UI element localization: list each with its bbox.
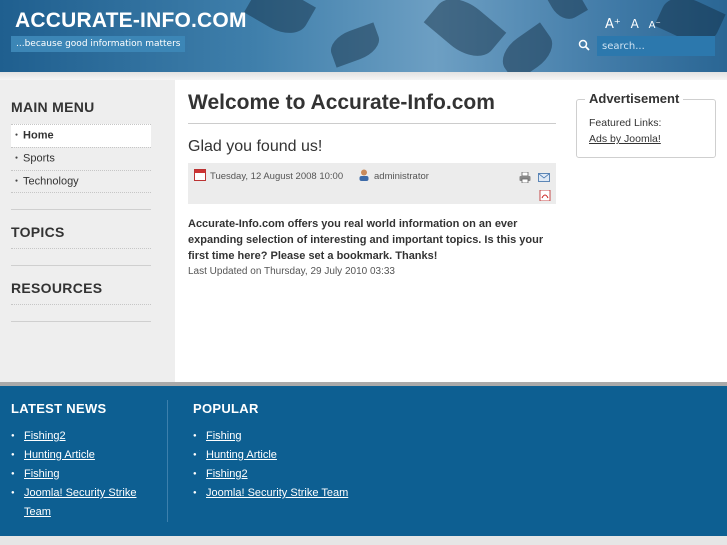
menu-item-label: Home bbox=[23, 129, 54, 142]
header-decoration bbox=[542, 0, 588, 25]
calendar-icon bbox=[194, 169, 206, 181]
popular-link[interactable]: Fishing2 bbox=[206, 468, 248, 480]
list-item[interactable]: Joomla! Security Strike Team bbox=[11, 484, 151, 522]
menu-item-label: Technology bbox=[23, 175, 79, 188]
print-icon[interactable] bbox=[519, 172, 531, 183]
article-author-text: administrator bbox=[374, 171, 429, 182]
popular-heading: POPULAR bbox=[193, 401, 259, 416]
list-item[interactable]: Fishing2 bbox=[193, 465, 413, 484]
article-body: Accurate-Info.com offers you real world … bbox=[188, 218, 544, 262]
topics-heading: TOPICS bbox=[11, 224, 65, 240]
main-menu: Home Sports Technology bbox=[11, 124, 151, 193]
article-title: Glad you found us! bbox=[188, 138, 323, 155]
list-item[interactable]: Fishing bbox=[11, 465, 151, 484]
list-item[interactable]: Hunting Article bbox=[11, 446, 151, 465]
page-title: Welcome to Accurate-Info.com bbox=[188, 91, 495, 114]
advertisement-title: Advertisement bbox=[585, 91, 684, 106]
latest-news-link[interactable]: Hunting Article bbox=[24, 449, 95, 461]
list-item[interactable]: Fishing2 bbox=[11, 427, 151, 446]
menu-item-label: Sports bbox=[23, 152, 55, 165]
sidebar-divider bbox=[11, 304, 151, 305]
main-menu-heading: MAIN MENU bbox=[11, 99, 95, 115]
list-item[interactable]: Fishing bbox=[193, 427, 413, 446]
latest-news-link[interactable]: Joomla! Security Strike Team bbox=[24, 487, 136, 518]
latest-news-heading: LATEST NEWS bbox=[11, 401, 107, 416]
featured-links-label: Featured Links: bbox=[589, 117, 662, 129]
header-decoration bbox=[423, 0, 507, 68]
site-tagline: ...because good information matters bbox=[11, 36, 186, 52]
last-updated: Last Updated on Thursday, 29 July 2010 0… bbox=[188, 266, 395, 277]
latest-news-link[interactable]: Fishing2 bbox=[24, 430, 66, 442]
font-size-tools: A⁺ A A⁻ bbox=[605, 17, 667, 32]
site-title[interactable]: ACCURATE-INFO.COM bbox=[15, 9, 247, 33]
menu-item-technology[interactable]: Technology bbox=[11, 170, 151, 193]
article-meta-bar: Tuesday, 12 August 2008 10:00 administra… bbox=[188, 163, 556, 204]
resources-heading: RESOURCES bbox=[11, 280, 103, 296]
footer: LATEST NEWS Fishing2 Hunting Article Fis… bbox=[0, 386, 727, 536]
header-decoration bbox=[494, 22, 561, 72]
email-icon[interactable] bbox=[538, 172, 550, 183]
font-reset-button[interactable]: A bbox=[631, 17, 639, 31]
user-icon bbox=[359, 169, 369, 181]
font-increase-button[interactable]: A⁺ bbox=[605, 17, 621, 32]
article-date-text: Tuesday, 12 August 2008 10:00 bbox=[210, 171, 344, 182]
ads-by-joomla-link[interactable]: Ads by Joomla! bbox=[589, 133, 661, 145]
popular-link[interactable]: Hunting Article bbox=[206, 449, 277, 461]
search-input[interactable] bbox=[597, 36, 715, 56]
latest-news-link[interactable]: Fishing bbox=[24, 468, 59, 480]
popular-link[interactable]: Joomla! Security Strike Team bbox=[206, 487, 348, 499]
header-shadow bbox=[0, 72, 727, 80]
sidebar-divider bbox=[11, 321, 151, 322]
menu-item-sports[interactable]: Sports bbox=[11, 147, 151, 170]
list-item[interactable]: Hunting Article bbox=[193, 446, 413, 465]
list-item[interactable]: Joomla! Security Strike Team bbox=[193, 484, 413, 503]
sidebar-divider bbox=[11, 265, 151, 266]
search-icon bbox=[578, 39, 590, 51]
popular-list: Fishing Hunting Article Fishing2 Joomla!… bbox=[193, 427, 413, 503]
menu-item-home[interactable]: Home bbox=[11, 124, 151, 147]
title-divider bbox=[188, 123, 556, 124]
header-decoration bbox=[326, 22, 384, 68]
sidebar-divider bbox=[11, 248, 151, 249]
latest-news-list: Fishing2 Hunting Article Fishing Joomla!… bbox=[11, 427, 151, 522]
article-date: Tuesday, 12 August 2008 10:00 bbox=[194, 169, 343, 182]
header-decoration bbox=[244, 0, 316, 43]
font-decrease-button[interactable]: A⁻ bbox=[649, 20, 661, 31]
bottom-strip bbox=[0, 536, 727, 545]
article-author: administrator bbox=[358, 169, 429, 182]
sidebar-divider bbox=[11, 209, 151, 210]
pdf-icon[interactable] bbox=[539, 190, 551, 201]
popular-link[interactable]: Fishing bbox=[206, 430, 241, 442]
footer-column-divider bbox=[167, 400, 168, 522]
